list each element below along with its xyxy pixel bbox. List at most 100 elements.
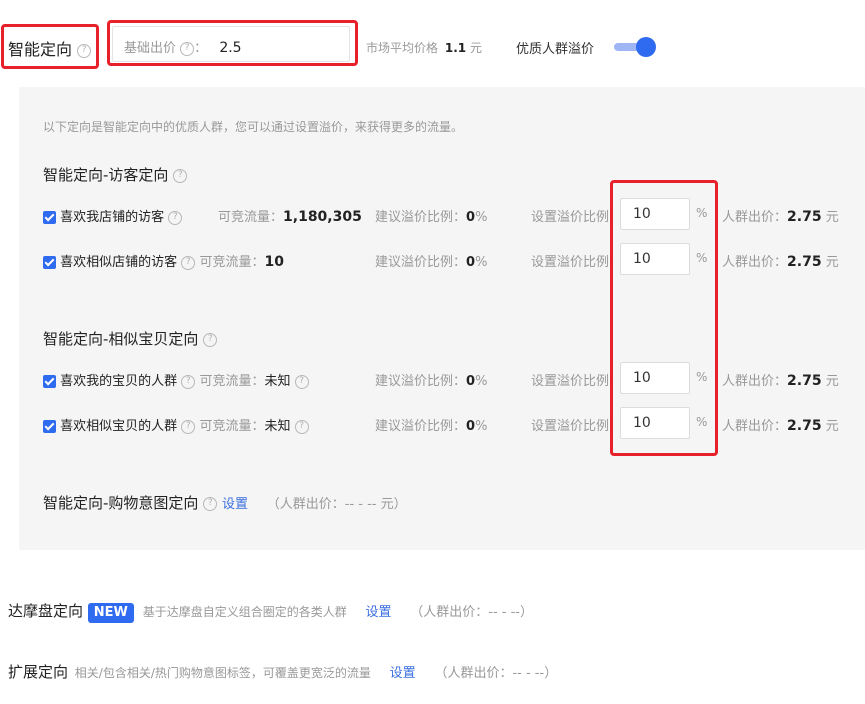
traffic-label: 可竞流量： (199, 374, 265, 389)
row-bid: 人群出价：2.75 元 (722, 206, 839, 225)
traffic-value: 未知 (264, 419, 291, 434)
row-set-label: 设置溢价比例 (531, 206, 616, 225)
row-visitor-mine: 喜欢我店铺的访客 ? (43, 206, 183, 225)
help-icon[interactable]: ? (77, 43, 92, 58)
traffic-label: 可竞流量： (218, 210, 284, 225)
page-title: 智能定向 ? (8, 36, 92, 60)
bid-label: 人群出价： (722, 255, 788, 270)
damo-targeting-row: 达摩盘定向 NEW 基于达摩盘自定义组合圈定的各类人群 设置 （人群出价：-- … (8, 600, 533, 623)
bid-value: 2.75 (787, 373, 822, 389)
help-icon[interactable]: ? (294, 374, 309, 389)
market-avg-value: 1.1 (444, 41, 467, 55)
bid-unit: 元 (825, 255, 839, 270)
checkbox-checked[interactable] (43, 211, 56, 224)
row-suggest: 建议溢价比例：0% (375, 206, 487, 225)
checkbox-checked[interactable] (43, 420, 56, 433)
bid-value: 2.75 (787, 418, 822, 434)
help-icon[interactable]: ? (168, 210, 183, 225)
row-suggest: 建议溢价比例：0% (375, 415, 487, 434)
shopping-intent-bid: （人群出价：-- - -- 元） (266, 497, 407, 512)
traffic-value: 10 (264, 254, 284, 270)
help-icon[interactable]: ? (173, 168, 188, 183)
suggest-value: 0 (466, 419, 476, 434)
market-average-price: 市场平均价格 1.1 元 (366, 39, 482, 56)
premium-audience-panel (19, 87, 865, 550)
suggest-pct: % (475, 419, 488, 434)
section-visitor-title-text: 智能定向-访客定向 (43, 166, 169, 184)
suggest-pct: % (475, 374, 488, 389)
bid-value: 2.75 (787, 254, 822, 270)
help-icon[interactable]: ? (181, 374, 196, 389)
row-name: 喜欢相似店铺的访客 (60, 255, 178, 270)
bid-label: 人群出价： (722, 210, 788, 225)
extend-settings-link[interactable]: 设置 (390, 666, 416, 681)
row-name: 喜欢我店铺的访客 (60, 210, 165, 225)
help-icon[interactable]: ? (181, 419, 196, 434)
help-icon[interactable]: ? (203, 332, 218, 347)
checkbox-checked[interactable] (43, 256, 56, 269)
premium-toggle-label: 优质人群溢价 (516, 42, 595, 57)
suggest-label: 建议溢价比例： (375, 374, 467, 389)
bid-label: 人群出价： (722, 419, 788, 434)
suggest-value: 0 (466, 374, 476, 389)
traffic-label: 可竞流量： (199, 255, 265, 270)
help-icon[interactable]: ? (294, 419, 309, 434)
row-set-label: 设置溢价比例 (531, 370, 616, 389)
damo-title: 达摩盘定向 (8, 602, 84, 620)
bid-unit: 元 (825, 210, 839, 225)
base-bid-label: 基础出价 (124, 41, 177, 56)
section-visitor-title: 智能定向-访客定向 ? (43, 164, 188, 185)
bid-value: 2.75 (787, 209, 822, 225)
shopping-intent-settings-link[interactable]: 设置 (222, 497, 248, 512)
page-title-text: 智能定向 (8, 40, 73, 59)
suggest-label: 建议溢价比例： (375, 419, 467, 434)
damo-desc: 基于达摩盘自定义组合圈定的各类人群 (142, 605, 347, 619)
row-bid: 人群出价：2.75 元 (722, 415, 839, 434)
row-set-label: 设置溢价比例 (531, 415, 616, 434)
extend-targeting-row: 扩展定向 相关/包含相关/热门购物意图标签，可覆盖更宽泛的流量 设置 （人群出价… (8, 661, 557, 682)
row-suggest: 建议溢价比例：0% (375, 251, 487, 270)
traffic-label: 可竞流量： (199, 419, 265, 434)
set-premium-label: 设置溢价比例 (531, 374, 610, 389)
help-icon[interactable]: ? (203, 496, 218, 511)
bid-unit: 元 (825, 419, 839, 434)
traffic-value: 未知 (264, 374, 291, 389)
row-name: 喜欢我的宝贝的人群 (60, 374, 178, 389)
suggest-value: 0 (466, 255, 476, 270)
suggest-pct: % (475, 210, 488, 225)
row-suggest: 建议溢价比例：0% (375, 370, 487, 389)
help-icon[interactable]: ? (181, 255, 196, 270)
suggest-pct: % (475, 255, 488, 270)
extend-bid: （人群出价：-- - --） (434, 666, 558, 681)
suggest-label: 建议溢价比例： (375, 255, 467, 270)
row-visitor-similar: 喜欢相似店铺的访客 ? 可竞流量：10 (43, 251, 284, 270)
base-bid-field: 基础出价 ?： 2.5 (124, 40, 242, 56)
market-avg-unit: 元 (469, 41, 482, 55)
row-name: 喜欢相似宝贝的人群 (60, 419, 178, 434)
section-similar-item-title: 智能定向-相似宝贝定向 ? (43, 328, 218, 349)
bid-unit: 元 (825, 374, 839, 389)
damo-settings-link[interactable]: 设置 (365, 605, 391, 620)
help-icon[interactable]: ? (180, 41, 195, 56)
panel-intro: 以下定向是智能定向中的优质人群，您可以通过设置溢价，来获得更多的流量。 (43, 120, 464, 134)
bid-label: 人群出价： (722, 374, 788, 389)
section-shopping-intent: 智能定向-购物意图定向 ? 设置 （人群出价：-- - -- 元） (43, 492, 407, 513)
set-premium-label: 设置溢价比例 (531, 255, 610, 270)
base-bid-value: 2.5 (219, 40, 242, 56)
market-avg-label: 市场平均价格 (366, 41, 439, 55)
checkbox-checked[interactable] (43, 375, 56, 388)
row-bid: 人群出价：2.75 元 (722, 251, 839, 270)
traffic-value: 1,180,305 (283, 209, 362, 225)
row-set-label: 设置溢价比例 (531, 251, 616, 270)
set-premium-label: 设置溢价比例 (531, 210, 610, 225)
row-item-mine: 喜欢我的宝贝的人群 ? 可竞流量：未知 ? (43, 370, 309, 389)
premium-toggle-knob[interactable] (636, 37, 656, 57)
section-similar-item-title-text: 智能定向-相似宝贝定向 (43, 330, 199, 348)
row-bid: 人群出价：2.75 元 (722, 370, 839, 389)
suggest-label: 建议溢价比例： (375, 210, 467, 225)
extend-title: 扩展定向 (8, 663, 69, 681)
new-badge: NEW (87, 603, 134, 623)
extend-desc: 相关/包含相关/热门购物意图标签，可覆盖更宽泛的流量 (74, 666, 371, 680)
row-item-similar: 喜欢相似宝贝的人群 ? 可竞流量：未知 ? (43, 415, 309, 434)
suggest-value: 0 (466, 210, 476, 225)
